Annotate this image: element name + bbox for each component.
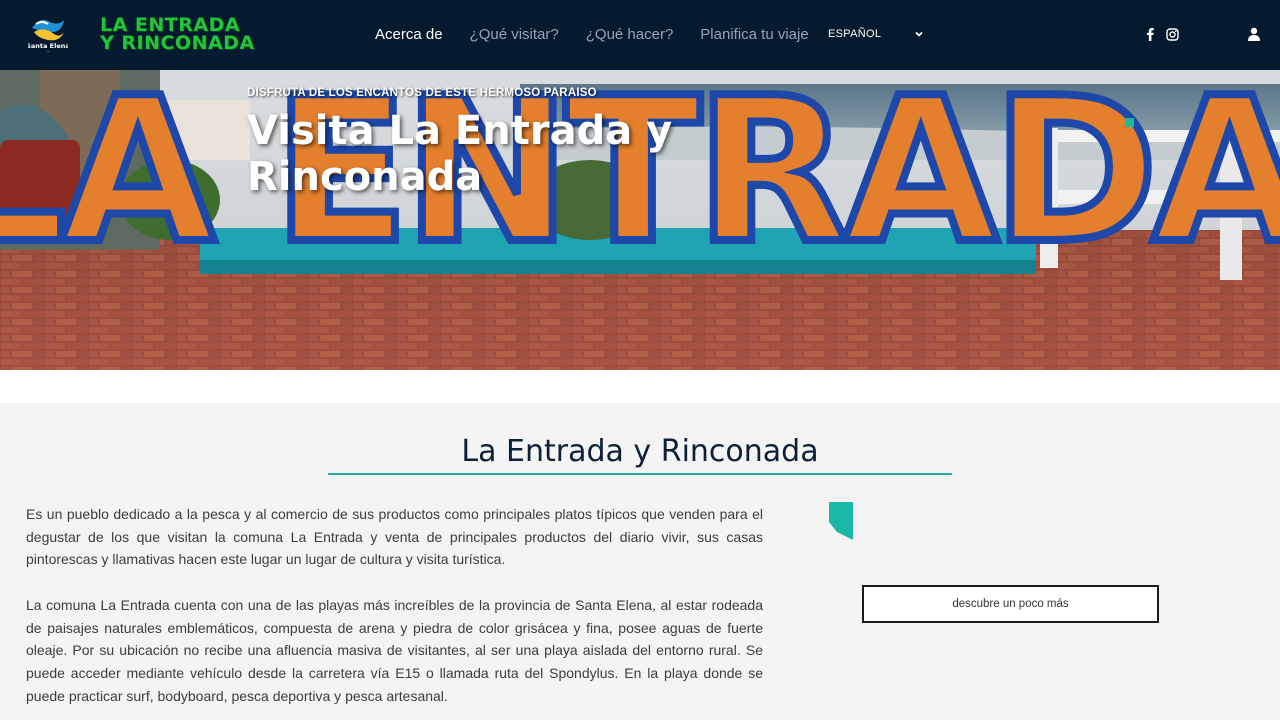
santa-elena-logo[interactable]: Santa Elena ~ (26, 12, 70, 54)
beach-paragraph: La comuna La Entrada cuenta con una de l… (26, 597, 763, 704)
facebook-icon[interactable] (1145, 27, 1155, 41)
top-navigation-bar: Santa Elena ~ LA ENTRADA Y RINCONADA Ace… (0, 0, 1280, 70)
intro-paragraph: Es un pueblo dedicado a la pesca y al co… (26, 506, 763, 568)
hero-kicker: DISFRUTA DE LOS ENCANTOS DE ESTE HERMOSO… (247, 87, 597, 99)
chevron-down-icon[interactable] (914, 29, 924, 39)
language-selector[interactable]: ESPAÑOL (828, 28, 881, 40)
instagram-icon[interactable] (1166, 28, 1179, 41)
user-icon[interactable] (1247, 27, 1261, 41)
nav-item-que-visitar[interactable]: ¿Qué visitar? (470, 26, 559, 43)
svg-text:~: ~ (46, 49, 49, 54)
hero-banner: GML-0381 LA ENTRADA DISFRUTA DE LOS ENCA… (0, 70, 1280, 370)
brand-title-line2: Y RINCONADA (100, 32, 255, 54)
nav-item-planifica-tu-viaje[interactable]: Planifica tu viaje (700, 26, 808, 43)
hero-title: Visita La Entrada y Rinconada (247, 108, 673, 200)
section-title-underline (328, 473, 952, 475)
section-title: La Entrada y Rinconada (461, 434, 819, 469)
discover-more-button[interactable]: descubre un poco más (862, 585, 1159, 623)
brand-wordmark[interactable]: LA ENTRADA Y RINCONADA (100, 16, 255, 54)
teal-accent-shape (829, 502, 853, 540)
nav-item-acerca-de[interactable]: Acerca de (375, 26, 443, 43)
divider-strip (0, 370, 1280, 403)
nav-item-que-hacer[interactable]: ¿Qué hacer? (586, 26, 674, 43)
main-menu: Acerca de ¿Qué visitar? ¿Qué hacer? Plan… (375, 26, 836, 43)
hero-accent-square (1125, 118, 1134, 127)
